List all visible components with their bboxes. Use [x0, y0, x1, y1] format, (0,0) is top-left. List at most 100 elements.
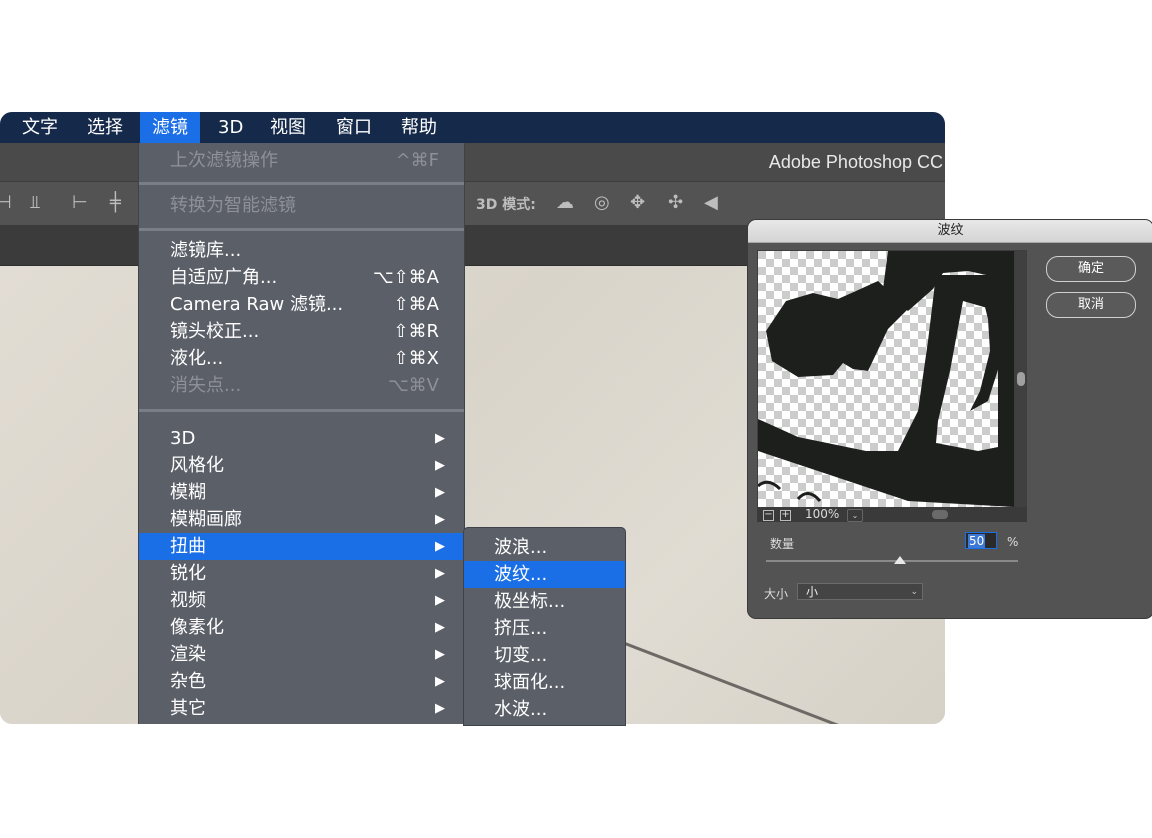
zoom-dropdown-chevron-icon[interactable]: ⌄	[847, 509, 863, 522]
menu-item-label: Camera Raw 滤镜...	[170, 294, 344, 315]
menu-item-sharpen[interactable]: 锐化 ▶	[139, 560, 464, 587]
amount-value: 50	[968, 534, 986, 548]
zoom-level: 100%	[805, 507, 840, 521]
preview-panel: − + 100% ⌄	[757, 250, 1027, 522]
3d-slide-icon[interactable]: ✣	[668, 192, 683, 213]
align-bottom-icon[interactable]: ⫫	[30, 192, 40, 213]
zoom-in-icon[interactable]: +	[780, 510, 791, 521]
amount-slider-thumb[interactable]	[893, 556, 906, 564]
menu-item-label: 镜头校正...	[170, 321, 260, 342]
submenu-arrow-icon: ▶	[435, 647, 445, 662]
scrollbar-thumb[interactable]	[1017, 372, 1025, 386]
align-left-icon[interactable]: ⊢	[72, 192, 88, 213]
submenu-arrow-icon: ▶	[435, 431, 445, 446]
menu-separator	[139, 182, 464, 185]
shortcut: ⇧⌘A	[393, 294, 439, 315]
submenu-arrow-icon: ▶	[435, 539, 445, 554]
size-selected-value: 小	[806, 585, 819, 599]
menu-separator	[139, 409, 464, 412]
menu-item-video[interactable]: 视频 ▶	[139, 587, 464, 614]
menu-item-label: 消失点...	[170, 375, 242, 396]
submenu-item-shear[interactable]: 切变...	[464, 642, 625, 669]
3d-pan-icon[interactable]: ✥	[630, 192, 645, 213]
amount-unit: %	[1007, 535, 1019, 549]
submenu-arrow-icon: ▶	[435, 512, 445, 527]
distort-submenu: 波浪... 波纹... 极坐标... 挤压... 切变... 球面化... 水波…	[463, 527, 626, 726]
menu-item-vanishing-point: 消失点... ⌥⌘V	[139, 372, 464, 399]
ok-button[interactable]: 确定	[1046, 256, 1136, 282]
shortcut: ⇧⌘R	[393, 321, 439, 342]
menu-filter[interactable]: 滤镜	[140, 112, 200, 143]
menu-item-label: 其它	[170, 698, 206, 719]
menu-item-label: 滤镜库...	[170, 240, 242, 261]
menu-item-label: 波纹...	[494, 564, 548, 585]
menu-item-blur-gallery[interactable]: 模糊画廊 ▶	[139, 506, 464, 533]
menu-item-label: 风格化	[170, 455, 224, 476]
menu-select[interactable]: 选择	[75, 112, 135, 143]
filter-menu: 上次滤镜操作 ^⌘F 转换为智能滤镜 滤镜库... 自适应广角... ⌥⇧⌘A …	[138, 143, 465, 724]
shortcut: ^⌘F	[395, 150, 439, 171]
3d-mode-label: 3D 模式:	[476, 197, 536, 213]
align-right-edges-icon[interactable]: ⊣	[0, 192, 12, 213]
menu-3d[interactable]: 3D	[206, 112, 255, 143]
menu-help[interactable]: 帮助	[389, 112, 449, 143]
menu-item-label: 转换为智能滤镜	[170, 195, 296, 216]
menu-item-pixelate[interactable]: 像素化 ▶	[139, 614, 464, 641]
submenu-item-zigzag[interactable]: 水波...	[464, 696, 625, 723]
3d-orbit-icon[interactable]: ☁	[556, 192, 574, 213]
menu-bar: 文字 选择 滤镜 3D 视图 窗口 帮助	[0, 112, 945, 143]
menu-item-lens-correction[interactable]: 镜头校正... ⇧⌘R	[139, 318, 464, 345]
menu-item-distort[interactable]: 扭曲 ▶	[139, 533, 464, 560]
ripple-dialog: 波纹 − + 100% ⌄ 确定 取消 数量 50 % 大小 小 ⌄	[747, 219, 1152, 619]
menu-item-stylize[interactable]: 风格化 ▶	[139, 452, 464, 479]
submenu-arrow-icon: ▶	[435, 674, 445, 689]
amount-slider[interactable]	[766, 560, 1018, 562]
amount-input[interactable]: 50	[965, 532, 997, 549]
menu-item-render[interactable]: 渲染 ▶	[139, 641, 464, 668]
submenu-item-wave[interactable]: 波浪...	[464, 534, 625, 561]
menu-item-label: 模糊画廊	[170, 509, 242, 530]
menu-item-other[interactable]: 其它 ▶	[139, 695, 464, 722]
menu-item-label: 水波...	[494, 699, 548, 720]
menu-item-label: 锐化	[170, 563, 206, 584]
menu-item-label: 挤压...	[494, 618, 548, 639]
menu-item-label: 极坐标...	[494, 591, 566, 612]
3d-roll-icon[interactable]: ◎	[594, 192, 610, 213]
preview-horizontal-scroll-thumb[interactable]	[932, 510, 948, 519]
menu-item-label: 切变...	[494, 645, 548, 666]
menu-item-filter-gallery[interactable]: 滤镜库...	[139, 237, 464, 264]
menu-text[interactable]: 文字	[10, 112, 70, 143]
amount-label: 数量	[770, 537, 795, 551]
submenu-arrow-icon: ▶	[435, 566, 445, 581]
3d-camera-icon[interactable]: ◀	[704, 192, 718, 213]
submenu-arrow-icon: ▶	[435, 620, 445, 635]
menu-window[interactable]: 窗口	[324, 112, 384, 143]
size-select[interactable]: 小 ⌄	[797, 583, 923, 600]
submenu-item-polar-coordinates[interactable]: 极坐标...	[464, 588, 625, 615]
dialog-title: 波纹	[748, 220, 1152, 243]
menu-item-label: 扭曲	[170, 536, 206, 557]
menu-item-noise[interactable]: 杂色 ▶	[139, 668, 464, 695]
menu-item-camera-raw[interactable]: Camera Raw 滤镜... ⇧⌘A	[139, 291, 464, 318]
submenu-item-ripple[interactable]: 波纹...	[464, 561, 625, 588]
size-label: 大小	[764, 587, 789, 601]
align-center-icon[interactable]: ╪	[110, 192, 121, 213]
menu-item-label: 杂色	[170, 671, 206, 692]
cancel-button[interactable]: 取消	[1046, 292, 1136, 318]
menu-item-blur[interactable]: 模糊 ▶	[139, 479, 464, 506]
shortcut: ⇧⌘X	[393, 348, 439, 369]
menu-item-liquify[interactable]: 液化... ⇧⌘X	[139, 345, 464, 372]
menu-item-label: 视频	[170, 590, 206, 611]
filter-preview-image[interactable]	[758, 251, 1014, 507]
submenu-item-spherize[interactable]: 球面化...	[464, 669, 625, 696]
preview-vertical-scrollbar[interactable]	[1016, 251, 1026, 507]
menu-item-label: 波浪...	[494, 537, 548, 558]
menu-item-adaptive-wide-angle[interactable]: 自适应广角... ⌥⇧⌘A	[139, 264, 464, 291]
menu-item-convert-smart-filter: 转换为智能滤镜	[139, 192, 464, 219]
menu-item-3d[interactable]: 3D ▶	[139, 425, 464, 452]
menu-view[interactable]: 视图	[258, 112, 318, 143]
submenu-item-pinch[interactable]: 挤压...	[464, 615, 625, 642]
submenu-arrow-icon: ▶	[435, 458, 445, 473]
menu-item-label: 上次滤镜操作	[170, 150, 278, 171]
zoom-out-icon[interactable]: −	[763, 510, 774, 521]
